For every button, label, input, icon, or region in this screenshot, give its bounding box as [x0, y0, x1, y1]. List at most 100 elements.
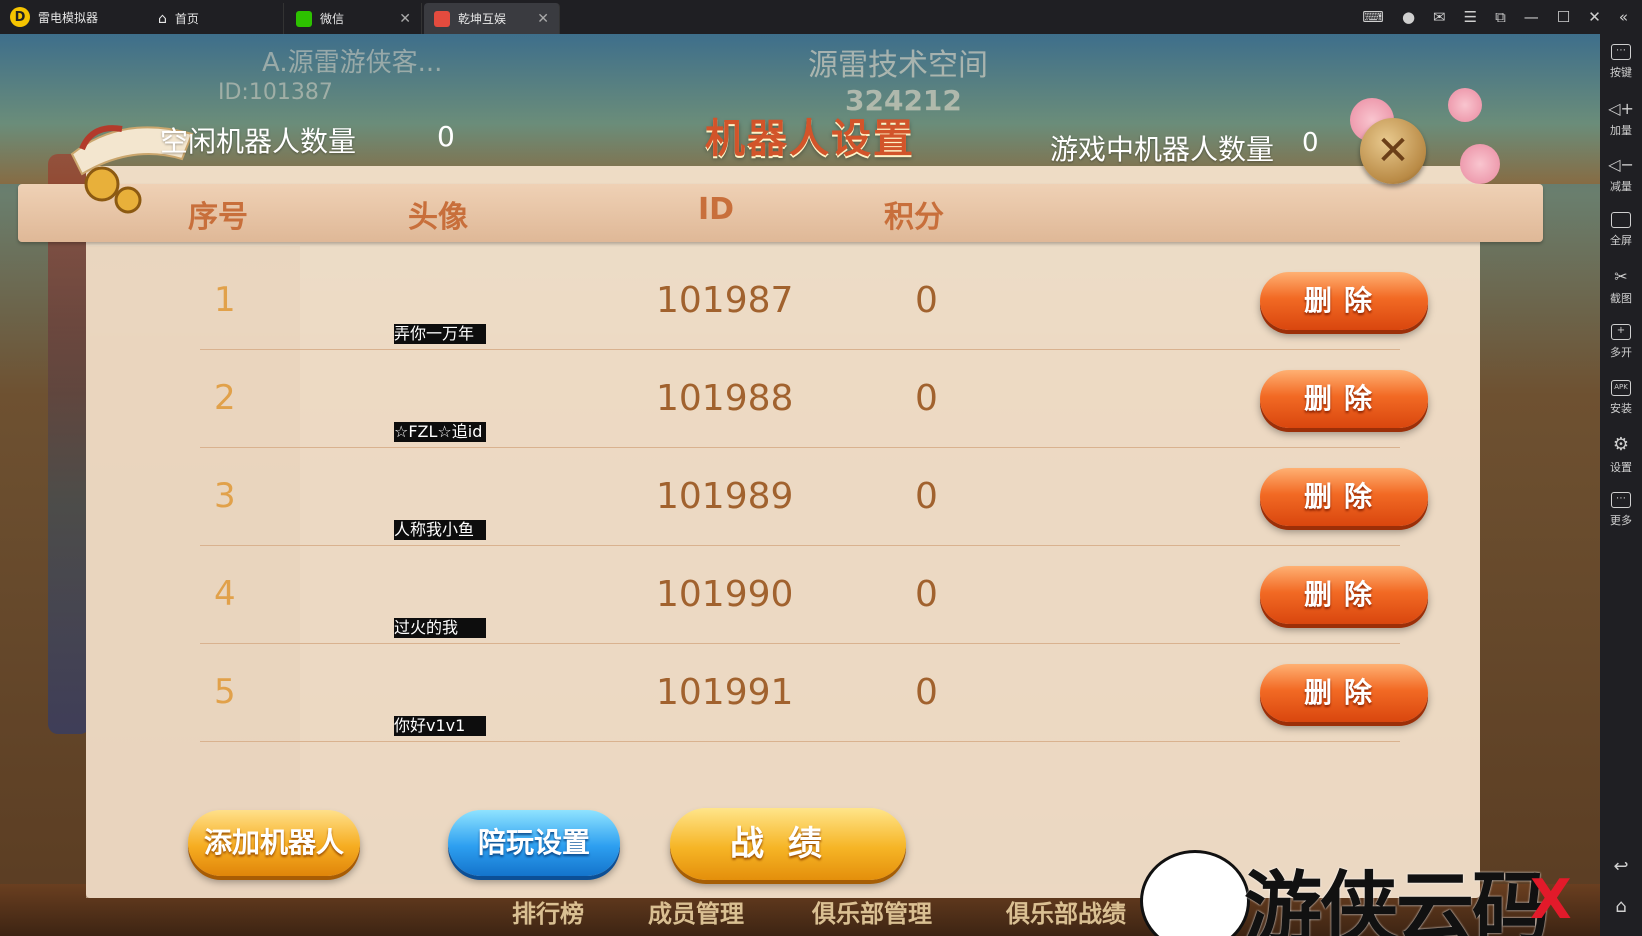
companion-settings-button[interactable]: 陪玩设置: [448, 810, 620, 876]
row-divider: [200, 741, 1400, 742]
robot-id: 101988: [656, 378, 794, 419]
idle-robot-label: 空闲机器人数量: [160, 125, 357, 158]
game-viewport: A.源雷游侠客... ID:101387 源雷技术空间 324212 排行榜 成…: [0, 34, 1600, 936]
gear-icon: ⚙: [1612, 433, 1630, 455]
delete-button[interactable]: 删除: [1260, 370, 1428, 428]
table-row: 5 你好v1v1 101991 0 删除: [200, 644, 1428, 742]
player-name: A.源雷游侠客...: [262, 48, 443, 78]
table-row: 3 人称我小鱼 101989 0 删除: [200, 448, 1428, 546]
row-index: 4: [214, 574, 236, 614]
robot-id: 101989: [656, 476, 794, 517]
column-header-id: ID: [698, 192, 735, 227]
sidebar-item-label: 更多: [1610, 514, 1632, 527]
dialog-title: 机器人设置: [705, 116, 915, 162]
keyboard-icon: ⋯: [1611, 44, 1631, 60]
home-icon: ⌂: [158, 10, 167, 27]
ingame-robot-label: 游戏中机器人数量: [1050, 133, 1275, 166]
row-index: 2: [214, 378, 236, 418]
watermark-x: X: [1530, 868, 1572, 931]
sidebar-item-label: 按键: [1610, 66, 1632, 79]
sidebar-item-label: 安装: [1610, 402, 1632, 415]
tab-label: 首页: [174, 12, 199, 26]
watermark-text: 游侠云码: [1244, 864, 1550, 936]
sidebar-item-volume-down[interactable]: ◁− 减量: [1600, 146, 1642, 202]
close-tab-icon[interactable]: ✕: [399, 11, 411, 27]
apk-icon: APK: [1611, 380, 1631, 396]
column-header-score: 积分: [884, 200, 944, 235]
robot-score: 0: [915, 378, 938, 419]
sidebar-item-label: 设置: [1610, 460, 1632, 474]
player-id: ID:101387: [218, 80, 333, 105]
menu-icon[interactable]: ☰: [1464, 8, 1477, 26]
ldplayer-logo-icon: D: [10, 7, 30, 27]
sidebar-item-fullscreen[interactable]: 全屏: [1600, 202, 1642, 258]
more-icon: ⋯: [1611, 492, 1631, 508]
add-robot-button[interactable]: 添加机器人: [188, 810, 360, 876]
home-icon: ⌂: [1615, 895, 1627, 917]
row-index: 5: [214, 672, 236, 712]
robot-nickname: 你好v1v1: [394, 716, 486, 736]
robot-nickname: ☆FZL☆追id: [394, 422, 486, 442]
nav-club-management[interactable]: 俱乐部管理: [812, 894, 932, 929]
sidebar-item-screenshot[interactable]: ✂ 截图: [1600, 258, 1642, 314]
table-row: 4 过火的我 101990 0 删除: [200, 546, 1428, 644]
gamepad-icon[interactable]: ⌨: [1362, 8, 1384, 26]
sidebar-item-label: 加量: [1610, 123, 1632, 137]
nav-leaderboard[interactable]: 排行榜: [512, 894, 584, 929]
minimize-icon[interactable]: —: [1524, 8, 1539, 26]
sidebar-item-label: 多开: [1610, 346, 1632, 359]
record-button[interactable]: 战绩: [670, 808, 906, 880]
sidebar-item-volume-up[interactable]: ◁+ 加量: [1600, 90, 1642, 146]
volume-up-icon: ◁+: [1608, 98, 1634, 118]
fullscreen-icon: [1611, 212, 1631, 228]
robot-score: 0: [915, 476, 938, 517]
sidebar-item-settings[interactable]: ⚙ 设置: [1600, 426, 1642, 482]
scissors-icon: ✂: [1614, 266, 1628, 286]
tab-wechat[interactable]: 微信 ✕: [286, 3, 422, 34]
close-dialog-button[interactable]: ✕: [1360, 118, 1426, 184]
volume-down-icon: ◁−: [1608, 154, 1634, 174]
sidebar-item-install[interactable]: APK 安装: [1600, 370, 1642, 426]
sidebar-item-keys[interactable]: ⋯ 按键: [1600, 34, 1642, 90]
tab-home[interactable]: ⌂ 首页: [148, 3, 284, 34]
sidebar-item-label: 减量: [1610, 179, 1632, 193]
ingame-robot-count: 0: [1302, 128, 1319, 158]
collapse-sidebar-icon[interactable]: «: [1619, 8, 1628, 26]
row-index: 3: [214, 476, 236, 516]
sidebar-item-multi[interactable]: + 多开: [1600, 314, 1642, 370]
delete-button[interactable]: 删除: [1260, 664, 1428, 722]
home-button[interactable]: ⌂: [1600, 886, 1642, 926]
close-tab-icon[interactable]: ✕: [537, 11, 549, 27]
robot-score: 0: [915, 672, 938, 713]
robot-score: 0: [915, 574, 938, 615]
back-button[interactable]: ↩: [1600, 846, 1642, 886]
sidebar-item-more[interactable]: ⋯ 更多: [1600, 482, 1642, 538]
mail-icon[interactable]: ✉: [1433, 8, 1446, 26]
nav-members[interactable]: 成员管理: [648, 894, 744, 929]
robot-score: 0: [915, 280, 938, 321]
tab-label: 乾坤互娱: [458, 12, 507, 26]
nav-club-records[interactable]: 俱乐部战绩: [1006, 894, 1126, 929]
delete-button[interactable]: 删除: [1260, 272, 1428, 330]
close-window-icon[interactable]: ✕: [1588, 8, 1601, 26]
game-icon: [434, 10, 450, 27]
maximize-icon[interactable]: ☐: [1557, 8, 1570, 26]
restore-layout-icon[interactable]: ⧉: [1495, 8, 1506, 26]
delete-button[interactable]: 删除: [1260, 566, 1428, 624]
flower-decoration: [1448, 88, 1482, 122]
tab-game[interactable]: 乾坤互娱 ✕: [424, 3, 560, 34]
tab-label: 微信: [320, 12, 345, 26]
app-name: 雷电模拟器: [38, 10, 99, 25]
sidebar-item-label: 截图: [1610, 291, 1632, 305]
delete-button[interactable]: 删除: [1260, 468, 1428, 526]
account-icon[interactable]: ●: [1402, 8, 1415, 26]
app-brand: D 雷电模拟器: [10, 0, 98, 34]
column-header-avatar: 头像: [408, 200, 468, 235]
room-name: 源雷技术空间: [808, 48, 988, 83]
emulator-titlebar: D 雷电模拟器 ⌂ 首页 微信 ✕ 乾坤互娱 ✕ ⌨ ● ✉ ☰ ⧉ — ☐ ✕…: [0, 0, 1642, 34]
robot-id: 101991: [656, 672, 794, 713]
flower-decoration: [1460, 144, 1500, 184]
emulator-sidebar: ⋯ 按键 ◁+ 加量 ◁− 减量 全屏 ✂ 截图 + 多开 APK 安装 ⚙ 设…: [1600, 34, 1642, 936]
robot-nickname: 弄你一万年: [394, 324, 486, 344]
android-nav: ↩ ⌂: [1600, 846, 1642, 926]
